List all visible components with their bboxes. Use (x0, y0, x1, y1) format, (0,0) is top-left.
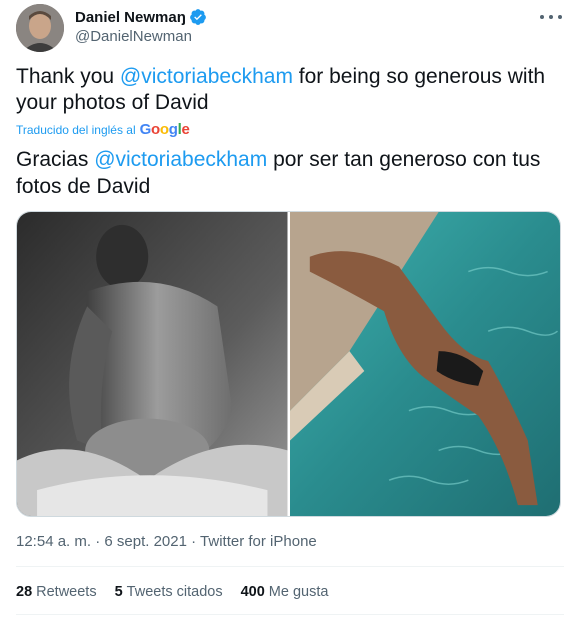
tweet: Daniel Newmaŋ @DanielNewman Thank you @v… (0, 0, 580, 620)
divider-bottom (16, 614, 564, 615)
divider (16, 566, 564, 567)
tweet-meta: 12:54 a. m. · 6 sept. 2021 · Twitter for… (16, 533, 317, 550)
likes-stat[interactable]: 400 Me gusta (241, 584, 329, 600)
meta-separator: · (95, 533, 101, 550)
engagement-stats: 28 Retweets 5 Tweets citados 400 Me gusta (16, 584, 328, 600)
translated-mention-link[interactable]: @victoriabeckham (94, 148, 267, 171)
tweet-time[interactable]: 12:54 a. m. (16, 533, 91, 550)
translated-text-prefix: Gracias (16, 148, 95, 171)
quote-tweets-label: Tweets citados (126, 584, 223, 600)
author-handle[interactable]: @DanielNewman (75, 28, 192, 45)
retweets-count: 28 (16, 584, 33, 600)
media-grid (16, 211, 561, 517)
likes-count: 400 (240, 584, 265, 600)
mention-link[interactable]: @victoriabeckham (120, 65, 293, 88)
quote-tweets-count: 5 (114, 584, 123, 600)
google-logo: Google (139, 121, 190, 138)
translated-by-label: Traducido del inglés al (16, 122, 136, 137)
likes-label: Me gusta (268, 584, 329, 600)
photo-2-image (289, 212, 560, 516)
meta-separator-2: · (191, 533, 197, 550)
photo-2[interactable] (289, 212, 560, 516)
tweet-text-prefix: Thank you (16, 65, 120, 88)
translated-text: Gracias @victoriabeckham por ser tan gen… (16, 146, 566, 200)
tweet-date[interactable]: 6 sept. 2021 (104, 533, 187, 550)
retweets-label: Retweets (36, 584, 97, 600)
photo-1[interactable] (17, 212, 288, 516)
photo-1-image (17, 212, 288, 516)
retweets-stat[interactable]: 28 Retweets (16, 584, 97, 600)
tweet-text: Thank you @victoriabeckham for being so … (16, 64, 566, 116)
author-name-text: Daniel Newmaŋ (75, 8, 186, 26)
avatar-photo (16, 4, 64, 52)
more-options-icon[interactable] (540, 10, 562, 24)
translated-by-link[interactable]: Traducido del inglés al Google (16, 121, 190, 138)
tweet-source[interactable]: Twitter for iPhone (200, 533, 317, 550)
quote-tweets-stat[interactable]: 5 Tweets citados (115, 584, 223, 600)
verified-badge-icon (189, 9, 206, 25)
avatar[interactable] (16, 4, 64, 52)
author-name[interactable]: Daniel Newmaŋ (75, 8, 207, 26)
